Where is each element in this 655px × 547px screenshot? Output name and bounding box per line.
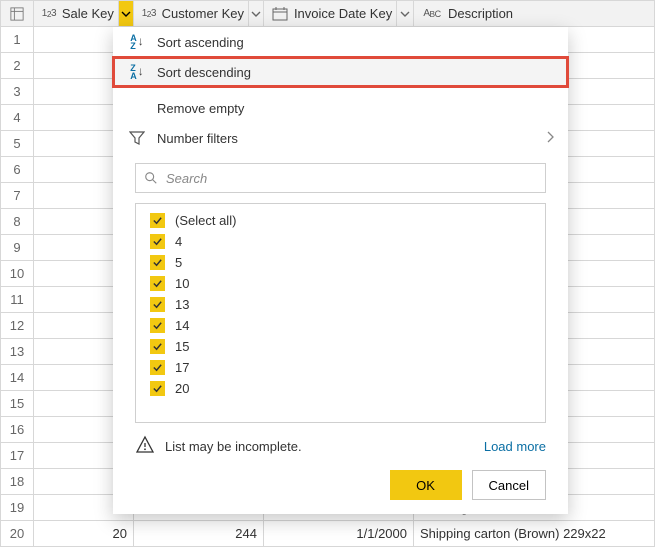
row-number-cell: 20	[1, 521, 34, 547]
filter-value-label: 20	[175, 381, 189, 396]
column-label: Customer Key	[162, 6, 244, 21]
column-header-salekey[interactable]: 123 Sale Key	[34, 1, 134, 27]
select-all-label: (Select all)	[175, 213, 236, 228]
row-number-cell: 2	[1, 53, 34, 79]
filter-value-row[interactable]: 14	[136, 315, 545, 336]
sort-descending-icon: ZA↓	[127, 64, 147, 80]
salekey-cell[interactable]: 20	[34, 521, 134, 547]
row-number-cell: 1	[1, 27, 34, 53]
row-number-cell: 10	[1, 261, 34, 287]
row-number-cell: 19	[1, 495, 34, 521]
checkbox-checked-icon[interactable]	[150, 381, 165, 396]
filter-value-label: 14	[175, 318, 189, 333]
ok-button[interactable]: OK	[390, 470, 462, 500]
filter-value-label: 17	[175, 360, 189, 375]
filter-value-label: 15	[175, 339, 189, 354]
incomplete-label: List may be incomplete.	[165, 439, 302, 454]
filter-value-label: 5	[175, 255, 182, 270]
checkbox-checked-icon[interactable]	[150, 255, 165, 270]
row-number-cell: 7	[1, 183, 34, 209]
number-filters-label: Number filters	[157, 131, 238, 146]
row-number-cell: 5	[1, 131, 34, 157]
sort-ascending-label: Sort ascending	[157, 35, 244, 50]
load-more-link[interactable]: Load more	[484, 439, 546, 454]
search-icon	[144, 171, 158, 185]
sort-ascending-item[interactable]: AZ↓ Sort ascending	[113, 27, 568, 57]
filter-dropdown: AZ↓ Sort ascending ZA↓ Sort descending R…	[113, 27, 568, 514]
row-number-cell: 15	[1, 391, 34, 417]
search-input[interactable]	[158, 171, 537, 186]
filter-value-label: 4	[175, 234, 182, 249]
chevron-down-icon	[121, 9, 131, 19]
row-number-cell: 8	[1, 209, 34, 235]
sort-ascending-icon: AZ↓	[127, 34, 147, 50]
row-number-cell: 6	[1, 157, 34, 183]
cancel-button[interactable]: Cancel	[472, 470, 546, 500]
row-number-cell: 14	[1, 365, 34, 391]
filter-value-row[interactable]: 4	[136, 231, 545, 252]
remove-empty-item[interactable]: Remove empty	[113, 93, 568, 123]
column-header-custkey[interactable]: 123 Customer Key	[134, 1, 264, 27]
warning-icon	[135, 435, 155, 458]
row-number-cell: 16	[1, 417, 34, 443]
checkbox-checked-icon[interactable]	[150, 360, 165, 375]
column-dropdown-button[interactable]	[118, 1, 133, 26]
filter-icon	[127, 130, 147, 146]
row-number-header	[1, 1, 34, 27]
invdate-cell[interactable]: 1/1/2000	[264, 521, 414, 547]
checkbox-checked-icon[interactable]	[150, 297, 165, 312]
row-number-cell: 4	[1, 105, 34, 131]
column-label: Invoice Date Key	[294, 6, 392, 21]
filter-value-row[interactable]: 10	[136, 273, 545, 294]
search-field-wrap	[135, 163, 546, 193]
filter-value-row[interactable]: 17	[136, 357, 545, 378]
filter-value-row[interactable]: 15	[136, 336, 545, 357]
checkbox-checked-icon[interactable]	[150, 276, 165, 291]
row-number-cell: 18	[1, 469, 34, 495]
row-number-cell: 9	[1, 235, 34, 261]
row-number-cell: 11	[1, 287, 34, 313]
table-icon	[10, 7, 24, 21]
filter-value-label: 10	[175, 276, 189, 291]
number-type-icon: 123	[40, 5, 58, 23]
column-dropdown-button[interactable]	[396, 1, 413, 26]
chevron-down-icon	[400, 9, 410, 19]
row-number-cell: 3	[1, 79, 34, 105]
checkbox-checked-icon[interactable]	[150, 339, 165, 354]
filter-value-label: 13	[175, 297, 189, 312]
sort-descending-label: Sort descending	[157, 65, 251, 80]
sort-descending-item[interactable]: ZA↓ Sort descending	[113, 57, 568, 87]
column-label: Description	[448, 6, 648, 21]
column-header-invdate[interactable]: Invoice Date Key	[264, 1, 414, 27]
filter-value-row[interactable]: 5	[136, 252, 545, 273]
checkbox-checked-icon[interactable]	[150, 318, 165, 333]
row-number-cell: 12	[1, 313, 34, 339]
custkey-cell[interactable]: 244	[134, 521, 264, 547]
filter-values-list[interactable]: (Select all) 4 5 10 13 14 15 17 20	[135, 203, 546, 423]
text-type-icon: ABC	[420, 5, 444, 23]
row-number-cell: 17	[1, 443, 34, 469]
number-filters-item[interactable]: Number filters	[113, 123, 568, 153]
filter-value-row[interactable]: 20	[136, 378, 545, 399]
column-dropdown-button[interactable]	[248, 1, 263, 26]
row-number-cell: 13	[1, 339, 34, 365]
column-label: Sale Key	[62, 6, 114, 21]
column-header-desc[interactable]: ABC Description	[414, 1, 655, 27]
table-row[interactable]: 20202441/1/2000Shipping carton (Brown) 2…	[1, 521, 655, 547]
number-type-icon: 123	[140, 5, 158, 23]
filter-value-row[interactable]: 13	[136, 294, 545, 315]
remove-empty-label: Remove empty	[157, 101, 244, 116]
checkbox-checked-icon[interactable]	[150, 213, 165, 228]
chevron-down-icon	[251, 9, 261, 19]
select-all-row[interactable]: (Select all)	[136, 210, 545, 231]
date-type-icon	[270, 5, 290, 23]
checkbox-checked-icon[interactable]	[150, 234, 165, 249]
description-cell[interactable]: Shipping carton (Brown) 229x22	[414, 521, 655, 547]
chevron-right-icon	[546, 131, 554, 146]
